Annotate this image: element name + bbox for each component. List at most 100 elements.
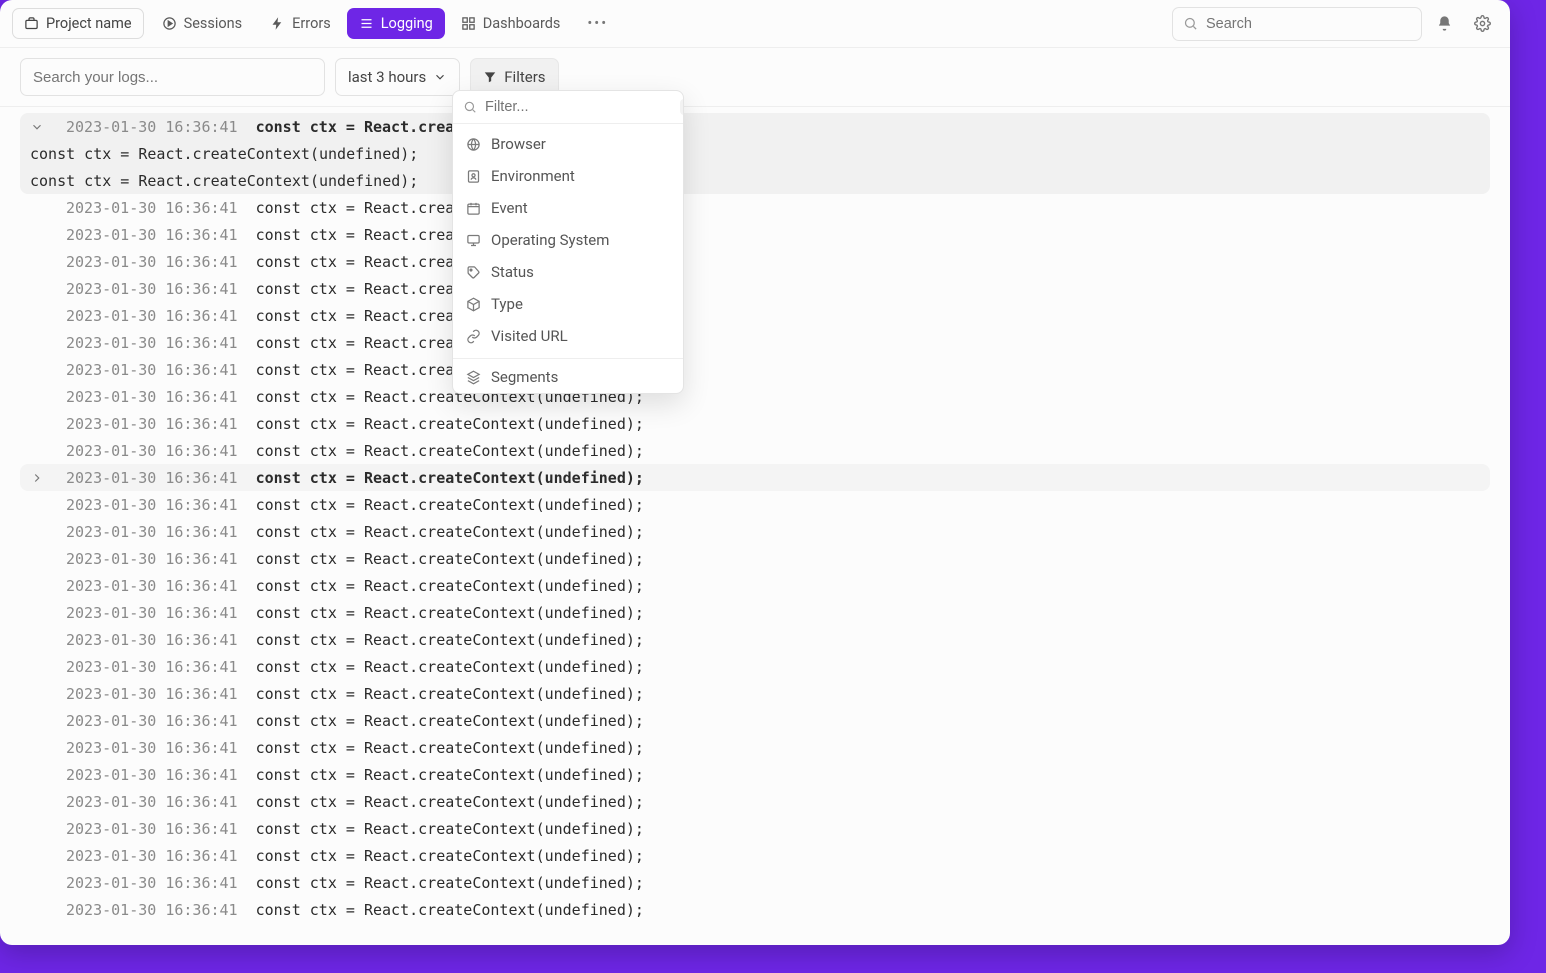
log-message: const ctx = React.createContext(undefine… xyxy=(256,766,644,784)
log-timestamp: 2023-01-30 16:36:41 xyxy=(66,496,238,514)
log-row[interactable]: 2023-01-30 16:36:41const ctx = React.cre… xyxy=(20,356,1490,383)
settings-button[interactable] xyxy=(1466,8,1498,40)
nav-items: SessionsErrorsLogging Dashboards xyxy=(150,8,573,39)
log-row[interactable]: 2023-01-30 16:36:41const ctx = React.cre… xyxy=(20,680,1490,707)
log-message: const ctx = React.createContext(undefine… xyxy=(256,793,644,811)
filter-segments-label: Segments xyxy=(491,368,558,386)
project-name-label: Project name xyxy=(46,15,132,32)
filter-option-status[interactable]: Status xyxy=(453,256,683,288)
log-row[interactable]: 2023-01-30 16:36:41const ctx = React.cre… xyxy=(20,815,1490,842)
log-row[interactable]: 2023-01-30 16:36:41const ctx = React.cre… xyxy=(20,896,1490,923)
filter-search-input[interactable] xyxy=(485,99,672,115)
log-toolbar: last 3 hours Filters xyxy=(0,48,1510,107)
log-row[interactable]: 2023-01-30 16:36:41const ctx = React.cre… xyxy=(20,869,1490,896)
log-message: const ctx = React.createContext(undefine… xyxy=(256,496,644,514)
monitor-icon xyxy=(465,232,481,248)
log-row[interactable]: 2023-01-30 16:36:41const ctx = React.cre… xyxy=(20,248,1490,275)
filter-option-environment[interactable]: Environment xyxy=(453,160,683,192)
log-row[interactable]: 2023-01-30 16:36:41const ctx = React.cre… xyxy=(20,221,1490,248)
filter-shortcut-hint: F xyxy=(680,99,684,115)
global-search[interactable] xyxy=(1172,7,1422,41)
log-row[interactable]: 2023-01-30 16:36:41 const ctx = React.cre… xyxy=(20,572,1490,599)
log-message: const ctx = React.createContext(undefine… xyxy=(256,658,644,676)
nav-tab-dashboards[interactable]: Dashboards xyxy=(449,8,573,39)
log-timestamp: 2023-01-30 16:36:41 xyxy=(66,604,238,622)
log-timestamp: 2023-01-30 16:36:41 xyxy=(66,658,238,676)
log-timestamp: 2023-01-30 16:36:41 xyxy=(66,388,238,406)
log-timestamp: 2023-01-30 16:36:41 xyxy=(66,253,238,271)
log-row[interactable]: 2023-01-30 16:36:41const ctx = React.cre… xyxy=(20,329,1490,356)
log-row[interactable]: const ctx = React.createContext(undefine… xyxy=(20,140,1490,167)
log-row[interactable]: 2023-01-30 16:36:41const ctx = React.cre… xyxy=(20,545,1490,572)
chevron-down-icon[interactable] xyxy=(26,120,48,134)
log-search-input[interactable] xyxy=(33,69,312,86)
log-message: const ctx = React.createContext(undefine… xyxy=(256,712,644,730)
log-timestamp: 2023-01-30 16:36:41 xyxy=(66,577,238,595)
log-row[interactable]: 2023-01-30 16:36:41 const ctx = React.cre… xyxy=(20,653,1490,680)
log-list[interactable]: 2023-01-30 16:36:41 const ctx = React.cre… xyxy=(0,107,1510,945)
log-timestamp: 2023-01-30 16:36:41 xyxy=(66,442,238,460)
filter-option-label: Type xyxy=(491,295,523,313)
log-row[interactable]: 2023-01-30 16:36:41const ctx = React.cre… xyxy=(20,842,1490,869)
timerange-label: last 3 hours xyxy=(348,68,426,86)
log-message: const ctx = React.createContext(undefine… xyxy=(256,469,644,487)
filter-popover: F Browser Environment Event Operating Syste… xyxy=(452,90,684,394)
filter-option-label: Visited URL xyxy=(491,327,568,345)
log-row[interactable]: 2023-01-30 16:36:41const ctx = React.cre… xyxy=(20,194,1490,221)
log-row[interactable]: 2023-01-30 16:36:41const ctx = React.cre… xyxy=(20,788,1490,815)
log-row[interactable]: 2023-01-30 16:36:41 const ctx = React.cre… xyxy=(20,437,1490,464)
log-message: const ctx = React.createContext(undefine… xyxy=(256,820,644,838)
chevron-right-icon[interactable] xyxy=(26,471,48,485)
filter-option-label: Event xyxy=(491,199,528,217)
log-search[interactable] xyxy=(20,58,325,96)
log-row[interactable]: 2023-01-30 16:36:41const ctx = React.cre… xyxy=(20,707,1490,734)
log-row[interactable]: 2023-01-30 16:36:41const ctx = React.cre… xyxy=(20,734,1490,761)
log-message: const ctx = React.createContext(undefine… xyxy=(256,739,644,757)
log-row[interactable]: 2023-01-30 16:36:41const ctx = React.cre… xyxy=(20,113,1490,140)
log-timestamp: 2023-01-30 16:36:41 xyxy=(66,334,238,352)
global-search-input[interactable] xyxy=(1206,16,1411,32)
log-row[interactable]: 2023-01-30 16:36:41const ctx = React.cre… xyxy=(20,383,1490,410)
filter-option-browser[interactable]: Browser xyxy=(453,128,683,160)
cube-icon xyxy=(465,296,481,312)
log-row[interactable]: 2023-01-30 16:36:41const ctx = React.cre… xyxy=(20,518,1490,545)
filter-option-event[interactable]: Event xyxy=(453,192,683,224)
timerange-select[interactable]: last 3 hours xyxy=(335,58,460,96)
nav-tab-logging[interactable]: Logging xyxy=(347,8,445,39)
filter-option-visited-url[interactable]: Visited URL xyxy=(453,320,683,352)
log-message: const ctx = React.createContext(undefine… xyxy=(256,577,644,595)
log-row[interactable]: const ctx = React.createContext(undefine… xyxy=(20,167,1490,194)
log-timestamp: 2023-01-30 16:36:41 xyxy=(66,415,238,433)
log-message: const ctx = React.createContext(undefine… xyxy=(30,172,418,190)
log-row[interactable]: 2023-01-30 16:36:41const ctx = React.cre… xyxy=(20,302,1490,329)
nav-tab-sessions[interactable]: Sessions xyxy=(150,8,255,39)
log-row[interactable]: 2023-01-30 16:36:41 const ctx = React.cre… xyxy=(20,491,1490,518)
log-message: const ctx = React.createContext(undefine… xyxy=(256,874,644,892)
log-message: const ctx = React.createContext(undefine… xyxy=(256,442,644,460)
dots-icon: ••• xyxy=(587,15,608,32)
log-row[interactable]: 2023-01-30 16:36:41const ctx = React.cre… xyxy=(20,761,1490,788)
notifications-button[interactable] xyxy=(1428,8,1460,40)
filter-option-label: Status xyxy=(491,263,534,281)
log-row[interactable]: 2023-01-30 16:36:41const ctx = React.cre… xyxy=(20,410,1490,437)
filter-segments[interactable]: Segments xyxy=(453,361,683,393)
nav-tab-errors[interactable]: Errors xyxy=(258,8,343,39)
filter-option-label: Browser xyxy=(491,135,546,153)
log-timestamp: 2023-01-30 16:36:41 xyxy=(66,280,238,298)
project-selector[interactable]: Project name xyxy=(12,8,144,39)
log-row[interactable]: 2023-01-30 16:36:41const ctx = React.cre… xyxy=(20,626,1490,653)
log-row[interactable]: 2023-01-30 16:36:41const ctx = React.cre… xyxy=(20,275,1490,302)
nav-tab-label: Dashboards xyxy=(483,15,561,32)
log-row[interactable]: 2023-01-30 16:36:41const ctx = React.cre… xyxy=(20,599,1490,626)
calendar-icon xyxy=(465,200,481,216)
filter-option-type[interactable]: Type xyxy=(453,288,683,320)
filter-option-label: Environment xyxy=(491,167,575,185)
log-message: const ctx = React.createContext(undefine… xyxy=(256,685,644,703)
more-menu[interactable]: ••• xyxy=(578,8,617,39)
filter-divider xyxy=(453,358,683,359)
grid-icon xyxy=(461,16,476,31)
log-timestamp: 2023-01-30 16:36:41 xyxy=(66,550,238,568)
log-row[interactable]: 2023-01-30 16:36:41const ctx = React.cre… xyxy=(20,464,1490,491)
filter-search[interactable]: F xyxy=(453,91,683,124)
filter-option-operating-system[interactable]: Operating System xyxy=(453,224,683,256)
